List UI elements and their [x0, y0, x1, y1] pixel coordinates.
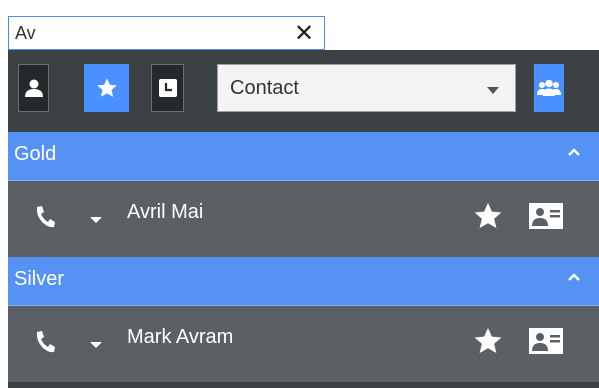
- search-input[interactable]: [15, 21, 285, 45]
- contact-view-button[interactable]: [18, 64, 49, 112]
- call-options-dropdown[interactable]: [90, 342, 102, 348]
- contact-card-icon[interactable]: [528, 327, 564, 355]
- favorite-star-icon[interactable]: [472, 201, 504, 231]
- star-icon: [96, 78, 117, 97]
- section-title: Gold: [14, 143, 57, 165]
- favorites-view-button[interactable]: [84, 64, 129, 112]
- call-options-dropdown[interactable]: [90, 217, 102, 223]
- group-view-button[interactable]: [534, 64, 564, 112]
- section-title: Silver: [14, 268, 65, 290]
- toolbar: Contact: [8, 50, 599, 132]
- phone-icon: [36, 331, 55, 353]
- contact-icon: [24, 79, 43, 97]
- search-bar: ✕: [8, 16, 325, 50]
- section-header-silver[interactable]: Silver: [8, 257, 599, 306]
- filter-select-value: Contact: [230, 77, 299, 99]
- group-icon: [537, 79, 561, 96]
- chevron-up-icon: [568, 148, 580, 156]
- chevron-down-icon: [487, 87, 499, 94]
- contact-name: Mark Avram: [127, 326, 234, 348]
- clear-search-button[interactable]: ✕: [292, 20, 316, 46]
- contact-row[interactable]: Avril Mai: [8, 181, 599, 257]
- contact-card-icon[interactable]: [528, 202, 564, 230]
- contact-row[interactable]: Mark Avram: [8, 306, 599, 382]
- recent-view-button[interactable]: [151, 64, 184, 112]
- section-header-gold[interactable]: Gold: [8, 132, 599, 181]
- chevron-up-icon: [568, 273, 580, 281]
- favorite-star-icon[interactable]: [472, 326, 504, 356]
- filter-select[interactable]: Contact: [217, 64, 516, 112]
- contact-name: Avril Mai: [127, 201, 204, 223]
- recent-icon: [158, 79, 177, 97]
- contact-panel: Contact Gold Avril Mai Silver Mark Avram: [8, 50, 599, 388]
- phone-icon: [36, 206, 55, 228]
